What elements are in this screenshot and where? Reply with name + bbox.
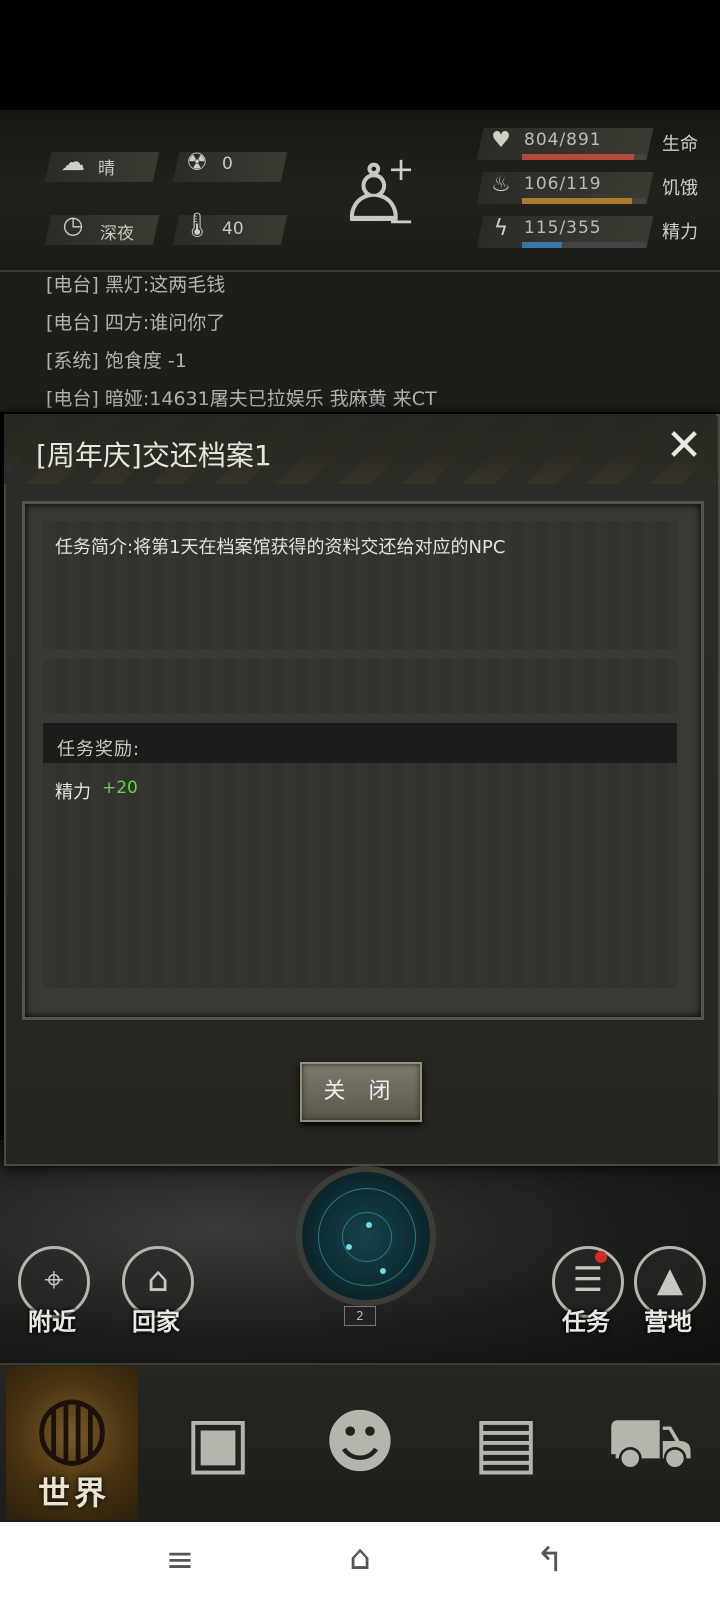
energy-label: 精力 — [662, 222, 698, 243]
heart-icon: ♥ — [491, 128, 511, 153]
quest-description: 任务简介:将第1天在档案馆获得的资料交还给对应的NPC — [55, 537, 506, 558]
notification-dot — [595, 1251, 607, 1263]
hunger-bar-fill — [522, 198, 633, 204]
nav-world-label: 世界 — [38, 1474, 111, 1512]
time-label: 深夜 — [100, 224, 134, 244]
weather-label: 晴 — [98, 159, 115, 179]
lightning-icon: ϟ — [493, 216, 509, 241]
health-value: 804/891 — [524, 130, 602, 150]
radar-level-badge: 2 — [344, 1306, 376, 1326]
backpack-icon[interactable]: ▣ — [158, 1382, 278, 1502]
menu-icon[interactable]: ≡ — [150, 1540, 210, 1580]
chat-line: [电台] 暗娅:14631屠夫已拉娱乐 我麻黄 来CT — [46, 388, 437, 410]
tasks-label: 任务 — [562, 1308, 610, 1336]
clock-icon: ◷ — [62, 211, 84, 239]
radar-button[interactable] — [296, 1166, 436, 1306]
close-button[interactable]: 关 闭 — [300, 1062, 422, 1122]
health-bar-fill — [522, 154, 634, 160]
energy-value: 115/355 — [524, 218, 602, 238]
top-blank — [0, 0, 720, 110]
home-icon[interactable]: ⌂ — [330, 1538, 390, 1578]
radiation-icon: ☢ — [186, 148, 208, 176]
hunger-label: 饥饿 — [662, 178, 698, 199]
hunger-value: 106/119 — [524, 174, 602, 194]
energy-bar-fill — [522, 242, 563, 248]
shop-cart-icon[interactable]: ⛟ — [590, 1382, 710, 1502]
close-icon[interactable]: ✕ — [662, 424, 706, 470]
home-label: 回家 — [132, 1308, 180, 1336]
status-panel: ☁ 晴 ☢ 0 ◷ 深夜 🌡 40 ♙ + − ♥ 804/891 生命 ♨ 1… — [0, 110, 720, 272]
temperature-value: 40 — [222, 219, 244, 239]
radiation-value: 0 — [222, 154, 233, 174]
nearby-label: 附近 — [28, 1308, 76, 1336]
dialog-title: [周年庆]交还档案1 — [36, 439, 272, 472]
radio-icon[interactable]: ▤ — [446, 1382, 566, 1502]
reward-value: +20 — [102, 778, 138, 798]
health-label: 生命 — [662, 134, 698, 155]
chat-line: [电台] 四方:谁问你了 — [46, 312, 226, 334]
camp-label: 营地 — [644, 1308, 692, 1336]
chat-line: [电台] 黑灯:这两毛钱 — [46, 274, 226, 296]
back-icon[interactable]: ↰ — [520, 1540, 580, 1580]
chat-log[interactable]: [电台] 黑灯:这两毛钱 [电台] 四方:谁问你了 [系统] 饱食度 -1 [电… — [0, 272, 720, 412]
skills-head-icon[interactable]: ☻ — [300, 1382, 420, 1502]
body-figure-icon[interactable]: ♙ — [338, 148, 410, 240]
minus-icon: − — [387, 202, 415, 240]
reward-name: 精力 — [55, 782, 91, 803]
spacer-panel — [43, 659, 677, 713]
reward-header: 任务奖励: — [57, 739, 141, 760]
cloud-sun-icon: ☁ — [61, 148, 85, 176]
plus-icon: + — [387, 150, 415, 188]
chat-line: [系统] 饱食度 -1 — [46, 350, 187, 372]
stomach-icon: ♨ — [491, 172, 511, 197]
thermometer-icon: 🌡 — [181, 211, 213, 239]
